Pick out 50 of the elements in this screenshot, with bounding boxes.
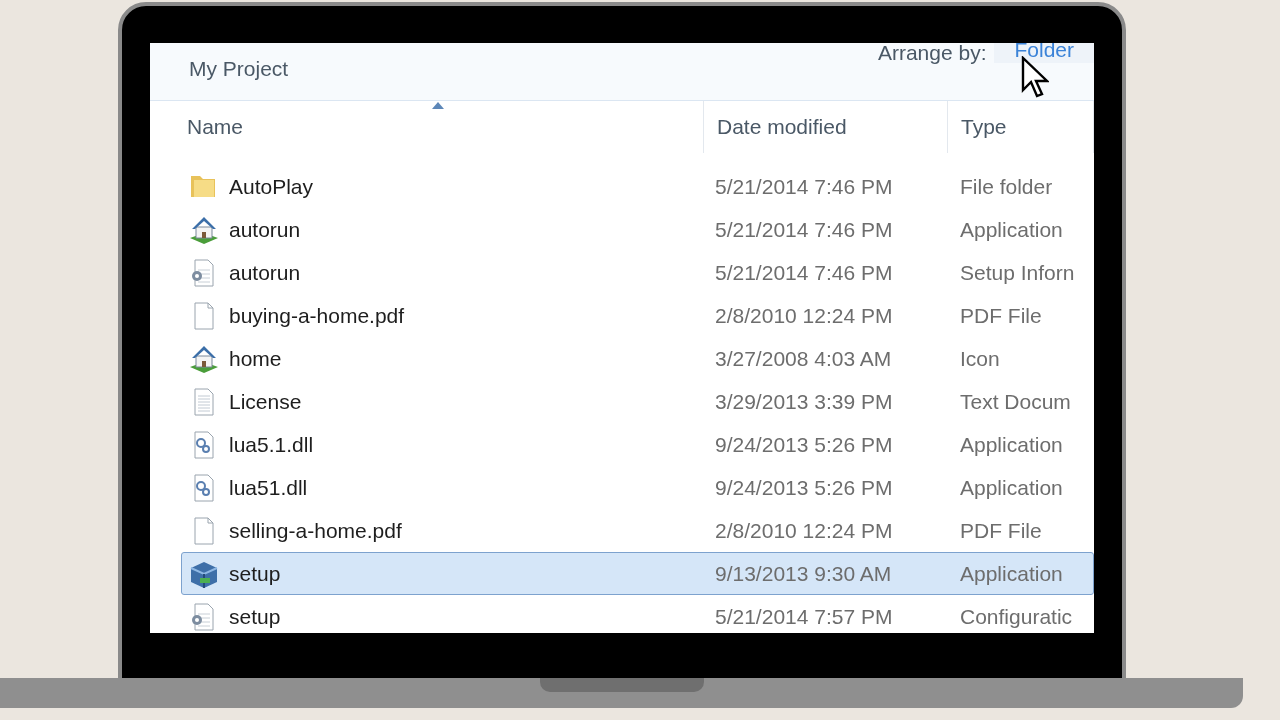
file-type: Configuratic (960, 603, 1073, 630)
file-type: Application (960, 474, 1063, 501)
file-row[interactable]: buying-a-home.pdf 2/8/2010 12:24 PM PDF File (181, 294, 1094, 337)
date-modified: 5/21/2014 7:57 PM (715, 603, 894, 630)
file-row[interactable]: autorun 5/21/2014 7:46 PM Setup Inforn (181, 251, 1094, 294)
file-type: Application (960, 431, 1063, 458)
sort-arrow-icon (432, 102, 444, 109)
file-type: File folder (960, 173, 1053, 200)
location-label: My Project (189, 56, 289, 82)
date-modified: 9/24/2013 5:26 PM (715, 474, 894, 501)
column-header[interactable]: Date modified (704, 101, 947, 153)
file-name: autorun (229, 259, 302, 286)
column-header[interactable]: Type (948, 101, 1093, 153)
date-modified: 2/8/2010 12:24 PM (715, 302, 894, 329)
date-modified: 9/24/2013 5:26 PM (715, 431, 894, 458)
arrange-label: Arrange by: (877, 43, 987, 66)
file-name: lua5.1.dll (229, 431, 315, 458)
file-name: AutoPlay (229, 173, 315, 200)
file-type: Application (960, 216, 1063, 243)
date-modified: 5/21/2014 7:46 PM (715, 259, 894, 286)
file-row[interactable]: lua5.1.dll 9/24/2013 5:26 PM Application (181, 423, 1094, 466)
file-row[interactable]: setup 5/21/2014 7:57 PM Configuratic (181, 595, 1094, 633)
file-type: PDF File (960, 302, 1042, 329)
file-type: Application (960, 560, 1063, 587)
file-name: selling-a-home.pdf (229, 517, 403, 544)
date-modified: 5/21/2014 7:46 PM (715, 216, 894, 243)
file-name: setup (229, 603, 282, 630)
file-name: lua51.dll (229, 474, 309, 501)
date-modified: 3/29/2013 3:39 PM (715, 388, 894, 415)
column-header[interactable]: Name (150, 101, 703, 153)
file-row[interactable]: setup 9/13/2013 9:30 AM Application (181, 552, 1094, 595)
date-modified: 5/21/2014 7:46 PM (715, 173, 894, 200)
date-modified: 2/8/2010 12:24 PM (715, 517, 894, 544)
file-row[interactable]: selling-a-home.pdf 2/8/2010 12:24 PM PDF File (181, 509, 1094, 552)
file-row[interactable]: home 3/27/2008 4:03 AM Icon (181, 337, 1094, 380)
date-modified: 9/13/2013 9:30 AM (715, 560, 893, 587)
file-row[interactable]: License 3/29/2013 3:39 PM Text Docum (181, 380, 1094, 423)
file-type: Text Docum (960, 388, 1071, 415)
file-row[interactable]: lua51.dll 9/24/2013 5:26 PM Application (181, 466, 1094, 509)
file-name: License (229, 388, 303, 415)
file-name: setup (229, 560, 282, 587)
file-type: PDF File (960, 517, 1042, 544)
file-name: autorun (229, 216, 302, 243)
file-row[interactable]: autorun 5/21/2014 7:46 PM Application (181, 208, 1094, 251)
file-row[interactable]: AutoPlay 5/21/2014 7:46 PM File folder (181, 165, 1094, 208)
date-modified: 3/27/2008 4:03 AM (715, 345, 893, 372)
file-type: Icon (960, 345, 1000, 372)
file-name: buying-a-home.pdf (229, 302, 406, 329)
file-name: home (229, 345, 283, 372)
file-type: Setup Inforn (960, 259, 1075, 286)
